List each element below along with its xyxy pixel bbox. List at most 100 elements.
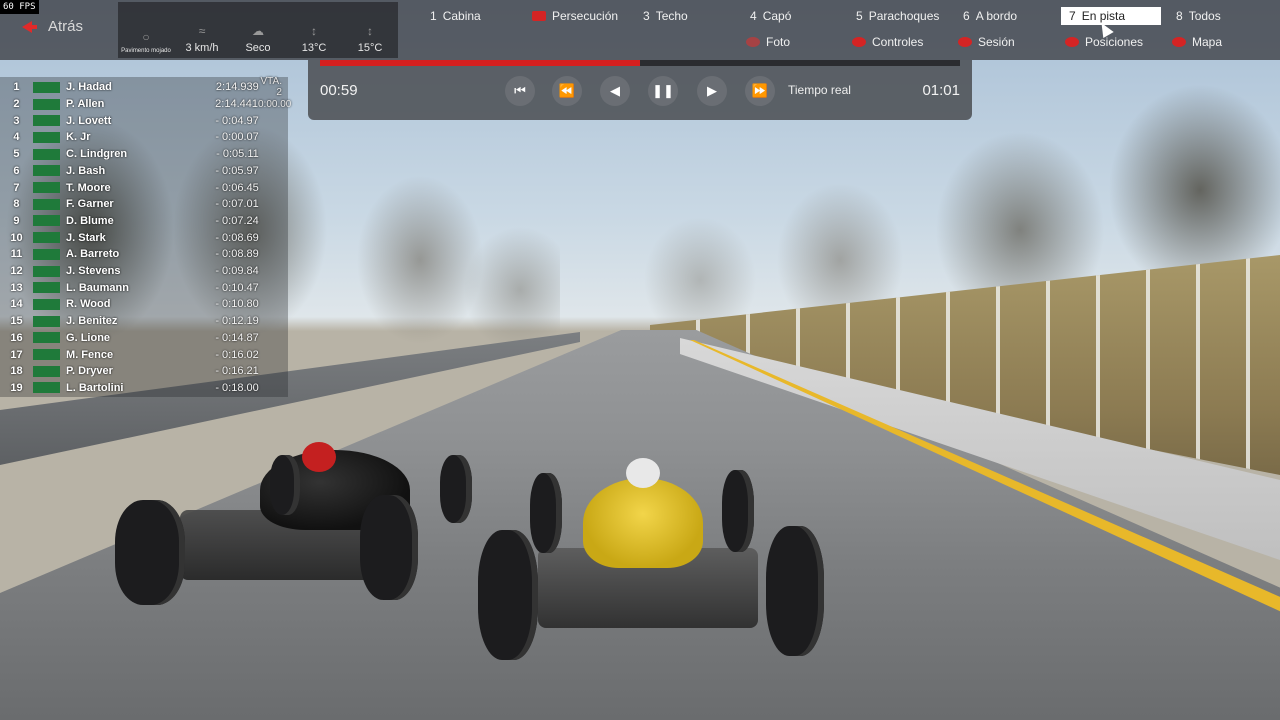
camera-label: Persecución [552, 9, 619, 23]
camera-parachoques[interactable]: 5 Parachoques [848, 7, 947, 25]
control-label: Foto [766, 35, 791, 49]
camera-techo[interactable]: 3 Techo [635, 7, 696, 25]
photo-button[interactable]: Foto [746, 34, 790, 50]
gap-time: - 0:16.21 [215, 365, 259, 378]
replay-progress-fill [320, 60, 640, 66]
standings-row[interactable]: 5 C. Lindgren - 0:05.11 [0, 146, 288, 163]
team-flag-icon [32, 382, 61, 394]
top-bar: Atrás ○ Pavimento mojado ≈3 km/h ☁ Seco ↕ 13°C… [0, 0, 1280, 60]
track-temp-icon: ↕ [367, 24, 373, 38]
team-flag-icon [32, 332, 61, 344]
back-button[interactable]: Atrás [22, 18, 83, 35]
standings-row[interactable]: 11 A. Barreto - 0:08.89 [0, 246, 288, 263]
gamepad-icon [852, 37, 866, 47]
back-label: Atrás [48, 18, 84, 35]
map-button[interactable]: Mapa [1172, 34, 1222, 50]
pause-button[interactable]: ❚❚ [648, 76, 678, 106]
team-flag-icon [32, 148, 61, 160]
position: 13 [10, 281, 23, 294]
camera-capo[interactable]: 4 Capó [742, 7, 799, 25]
step-forward-button[interactable]: ▶ [697, 76, 727, 106]
weather-icon: ☁ [252, 24, 264, 38]
controls-button[interactable]: Controles [852, 34, 923, 50]
standings-row[interactable]: 3 J. Lovett - 0:04.97 [0, 112, 288, 129]
standings-row[interactable]: 16 G. Lione - 0:14.87 [0, 330, 288, 347]
driver-name: K. Jr [66, 131, 91, 144]
replay-timeline[interactable] [320, 60, 960, 66]
driver-name: P. Allen [65, 98, 105, 111]
camera-persecucion[interactable]: Persecución [524, 7, 626, 25]
condition-label: Pavimento mojado [121, 48, 171, 54]
car-tyre [360, 495, 418, 600]
standings-row[interactable]: 2 P. Allen 2:14.441 0:00.00 [0, 96, 291, 113]
standings-row[interactable]: 9 D. Blume - 0:07.24 [0, 213, 288, 230]
standings-row[interactable]: 10 J. Stark - 0:08.69 [0, 229, 288, 246]
driver-name: J. Bash [66, 164, 106, 177]
steering-icon: ○ [142, 30, 150, 44]
step-forward-icon: ▶ [707, 83, 717, 98]
condition-label: 3 km/h [185, 42, 219, 54]
team-flag-icon [32, 232, 61, 244]
gap-time: - 0:07.01 [215, 198, 259, 211]
condition-label: 13°C [301, 42, 327, 54]
camera-a-bordo[interactable]: 6 A bordo [955, 7, 1025, 25]
control-label: Posiciones [1085, 35, 1144, 49]
position: 11 [10, 248, 23, 261]
team-flag-icon [32, 282, 61, 294]
camera-todos[interactable]: 8 Todos [1168, 7, 1229, 25]
playback-mode[interactable]: Tiempo real [788, 83, 851, 97]
camera-en-pista[interactable]: 7 En pista [1061, 7, 1161, 25]
session-icon [958, 37, 972, 47]
standings-row[interactable]: 19 L. Bartolini - 0:18.00 [0, 380, 288, 397]
step-back-button[interactable]: ◀ [600, 76, 630, 106]
driver-name: J. Stevens [66, 265, 121, 278]
driver-name: M. Fence [66, 348, 114, 361]
position: 3 [13, 114, 20, 127]
position: 15 [10, 315, 23, 328]
standings-row[interactable]: 18 P. Dryver - 0:16.21 [0, 363, 288, 380]
standings-table: 1 J. Hadad 2:14.939 VTA. 2 2 P. Allen 2:14.441… [0, 76, 291, 397]
session-button[interactable]: Sesión [958, 34, 1015, 50]
standings-row[interactable]: 17 M. Fence - 0:16.02 [0, 346, 288, 363]
team-flag-icon [32, 165, 61, 177]
standings-row[interactable]: 12 J. Stevens - 0:09.84 [0, 263, 288, 280]
driver-name: G. Lione [66, 331, 111, 344]
driver-name: R. Wood [66, 298, 111, 311]
rewind-button[interactable]: ⏪ [552, 76, 582, 106]
driver-name: J. Lovett [66, 114, 112, 127]
driver-name: J. Benitez [66, 315, 118, 328]
camera-label: Todos [1188, 9, 1221, 23]
standings-row[interactable]: 6 J. Bash - 0:05.97 [0, 163, 288, 180]
standings-row[interactable]: 1 J. Hadad 2:14.939 VTA. 2 [0, 76, 288, 98]
standings-row[interactable]: 4 K. Jr - 0:00.07 [0, 129, 288, 146]
driver-name: C. Lindgren [66, 148, 128, 161]
position: 14 [10, 298, 23, 311]
camera-label: Techo [655, 9, 688, 23]
skip-to-start-button[interactable]: ⏮ [505, 76, 535, 106]
control-label: Sesión [978, 35, 1015, 49]
team-flag-icon [32, 349, 61, 361]
standings-row[interactable]: 8 F. Garner - 0:07.01 [0, 196, 288, 213]
standings-row[interactable]: 7 T. Moore - 0:06.45 [0, 179, 288, 196]
condition-label: Seco [245, 42, 271, 54]
car-tyre [440, 455, 472, 523]
team-flag-icon [32, 115, 61, 127]
standings-row[interactable]: 15 J. Benitez - 0:12.19 [0, 313, 288, 330]
camera-cabina[interactable]: 1 Cabina [422, 7, 489, 25]
pause-icon: ❚❚ [652, 83, 674, 98]
conditions-panel: ○ Pavimento mojado ≈3 km/h ☁ Seco ↕ 13°C ↕ 15°C [118, 2, 398, 58]
car-black [110, 420, 480, 610]
standings-row[interactable]: 14 R. Wood - 0:10.80 [0, 296, 288, 313]
gap-time: 2:14.939 [215, 81, 259, 94]
camera-label: Capó [762, 9, 792, 23]
driver-name: L. Baumann [66, 281, 129, 294]
thermometer-icon: ↕ [311, 24, 317, 38]
position: 7 [13, 181, 20, 194]
driver-name: L. Bartolini [66, 381, 124, 394]
standings-row[interactable]: 13 L. Baumann - 0:10.47 [0, 279, 288, 296]
condition-item: ○ Pavimento mojado [118, 2, 174, 58]
fast-forward-button[interactable]: ⏩ [745, 76, 775, 106]
gap-time: - 0:08.69 [215, 231, 259, 244]
condition-item: ≈3 km/h [174, 2, 230, 58]
position: 8 [13, 198, 20, 211]
